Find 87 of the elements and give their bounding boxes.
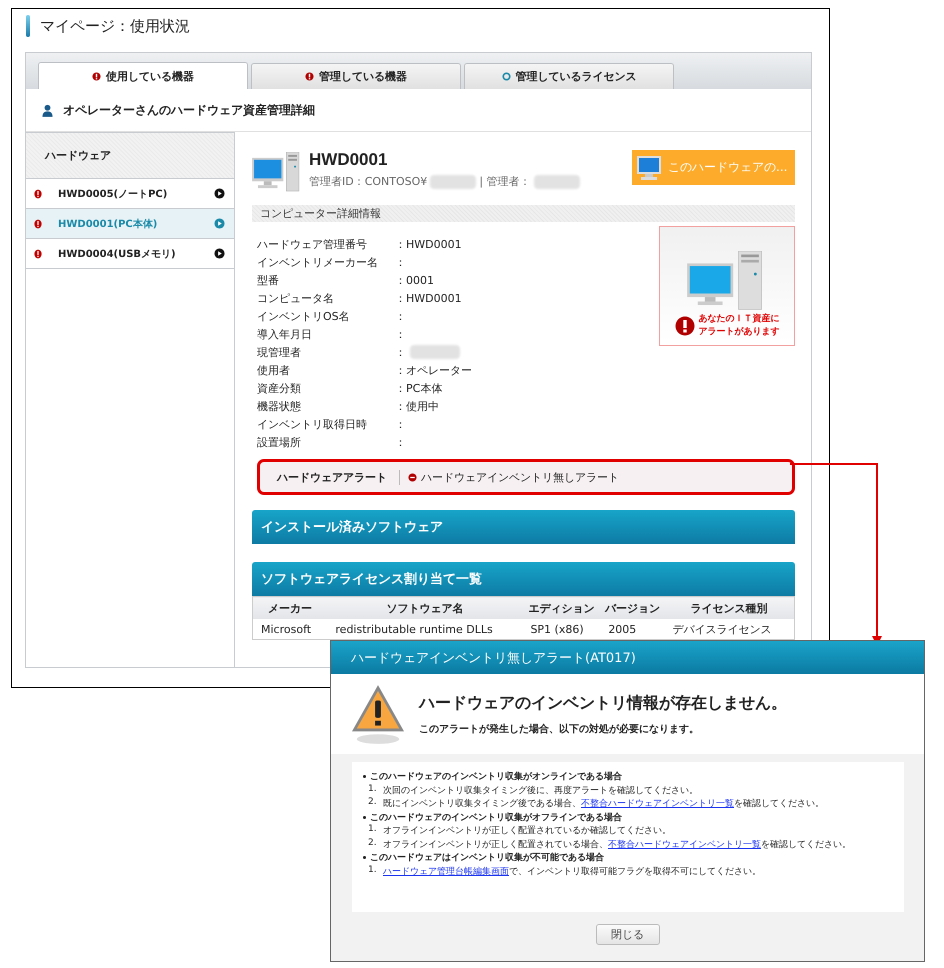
step-number: 1.	[368, 824, 378, 836]
detail-value: ：	[395, 416, 406, 432]
dialog-headline: ハードウェアのインベントリ情報が存在しません。	[419, 692, 787, 714]
detail-value: ：	[395, 308, 406, 324]
play-icon	[214, 188, 225, 199]
alert-icon	[674, 316, 694, 336]
detail-value: ：	[395, 326, 406, 342]
alert-banner-text: あなたのＩＴ資産に アラートがあります	[698, 312, 780, 339]
step-text: 既にインベントリ収集タイミング後である場合、不整合ハードウェアインベントリ一覧を確認してください。	[383, 798, 824, 810]
link[interactable]: ハードウェア管理台帳編集画面	[383, 866, 509, 876]
admin-id-label: 管理者ID：CONTOSO¥	[309, 174, 428, 189]
alert-value: ハードウェアインベントリ無しアラート	[421, 470, 619, 484]
bullet-heading: このハードウェアはインベントリ収集が不可能である場合	[370, 851, 604, 864]
page-title: マイページ：使用状況	[40, 16, 190, 36]
section-header-bar[interactable]: インストール済みソフトウェア	[252, 510, 795, 544]
dialog-title: ハードウェアインベントリ無しアラート(AT017)	[351, 650, 636, 666]
detail-label: 型番	[257, 272, 280, 288]
column-header: ソフトウェア名	[327, 596, 522, 619]
detail-value: ：使用中	[395, 398, 439, 414]
play-icon	[214, 218, 225, 229]
step-text: オフラインインベントリが正しく配置されている場合、不整合ハードウェアインベントリ一覧を確認してください。	[383, 838, 851, 851]
step-number: 1.	[368, 864, 378, 876]
detail-label: 資産分類	[257, 380, 302, 396]
section-heading: オペレーターさんのハードウェア資産管理詳細	[63, 102, 315, 118]
detail-value: ：PC本体	[395, 380, 442, 396]
table-cell: Microsoft	[252, 619, 328, 640]
hardware-name: HWD0001	[309, 150, 388, 170]
detail-label: 現管理者	[257, 344, 302, 360]
table-cell: SP1 (x86)	[522, 619, 600, 640]
link[interactable]: 不整合ハードウェアインベントリ一覧	[581, 799, 734, 809]
step-number: 2.	[368, 838, 378, 850]
title-accent-bar	[26, 15, 30, 37]
detail-label: インベントリメーカー名	[257, 254, 379, 270]
detail-label: 設置場所	[257, 434, 302, 450]
table-cell: デバイスライセンス	[664, 619, 794, 640]
bullet-icon	[363, 775, 366, 778]
detail-label: インベントリ取得日時	[257, 416, 368, 432]
detail-value: ：	[395, 344, 406, 360]
manager-label: | 管理者：	[479, 174, 531, 189]
column-header: メーカー	[252, 596, 328, 619]
detail-value: ：0001	[395, 272, 434, 288]
detail-value: ：	[395, 434, 406, 450]
dialog-subline: このアラートが発生した場合、以下の対処が必要になります。	[419, 722, 700, 736]
monitor-icon	[636, 154, 662, 180]
section-title: インストール済みソフトウェア	[261, 518, 443, 536]
step-text: ハードウェア管理台帳編集画面で、インベントリ取得可能フラグを取得不可にしてください。	[383, 866, 761, 878]
detail-label: 機器状態	[257, 398, 302, 414]
sidebar-item[interactable]: HWD0001(PC本体)	[26, 209, 234, 239]
redacted-blur	[430, 174, 476, 188]
detail-label: 導入年月日	[257, 326, 313, 342]
table-cell: 2005	[600, 619, 664, 640]
detail-label: ハードウェア管理番号	[257, 236, 368, 252]
redacted-blur	[534, 174, 580, 188]
computer-icon	[252, 152, 301, 193]
close-button[interactable]: 閉じる	[596, 924, 660, 945]
section-title: ソフトウェアライセンス割り当て一覧	[261, 570, 482, 588]
bullet-icon	[363, 816, 366, 819]
step-text: オフラインインベントリが正しく配置されているか確認してください。	[383, 824, 671, 838]
tab[interactable]: 使用している機器	[38, 62, 248, 89]
step-number: 1.	[368, 784, 378, 796]
detail-value: ：オペレーター	[395, 362, 472, 378]
tab[interactable]: 管理している機器	[251, 63, 461, 89]
detail-label: コンピュータ名	[257, 290, 335, 306]
bullet-icon	[363, 856, 366, 860]
sidebar-item[interactable]: HWD0004(USBメモリ)	[26, 239, 234, 269]
person-icon	[42, 104, 53, 116]
link[interactable]: 不整合ハードウェアインベントリ一覧	[608, 840, 761, 850]
section-title: コンピューター詳細情報	[260, 206, 381, 221]
play-icon	[214, 248, 225, 259]
detail-value: ：HWD0001	[395, 236, 462, 252]
step-number: 2.	[368, 797, 378, 809]
detail-label: 使用者	[257, 362, 291, 378]
warning-icon	[351, 683, 405, 745]
alert-label: ハードウェアアラート	[260, 470, 400, 484]
tab[interactable]: 管理しているライセンス	[464, 63, 674, 89]
detail-value: ：	[395, 254, 406, 270]
column-header: バージョン	[600, 596, 664, 619]
sidebar-title: ハードウェア	[45, 148, 111, 163]
column-header: ライセンス種別	[664, 596, 794, 619]
detail-label: インベントリOS名	[257, 308, 351, 324]
bullet-heading: このハードウェアのインベントリ収集がオフラインである場合	[370, 811, 622, 824]
step-text: 次回のインベントリ収集タイミング後に、再度アラートを確認してください。	[383, 784, 698, 797]
detail-value: ：HWD0001	[395, 290, 462, 306]
table-cell: redistributable runtime DLLs	[327, 619, 522, 640]
column-header: エディション	[522, 596, 600, 619]
alert-dot-icon	[408, 472, 417, 482]
bullet-heading: このハードウェアのインベントリ収集がオンラインである場合	[370, 770, 622, 784]
